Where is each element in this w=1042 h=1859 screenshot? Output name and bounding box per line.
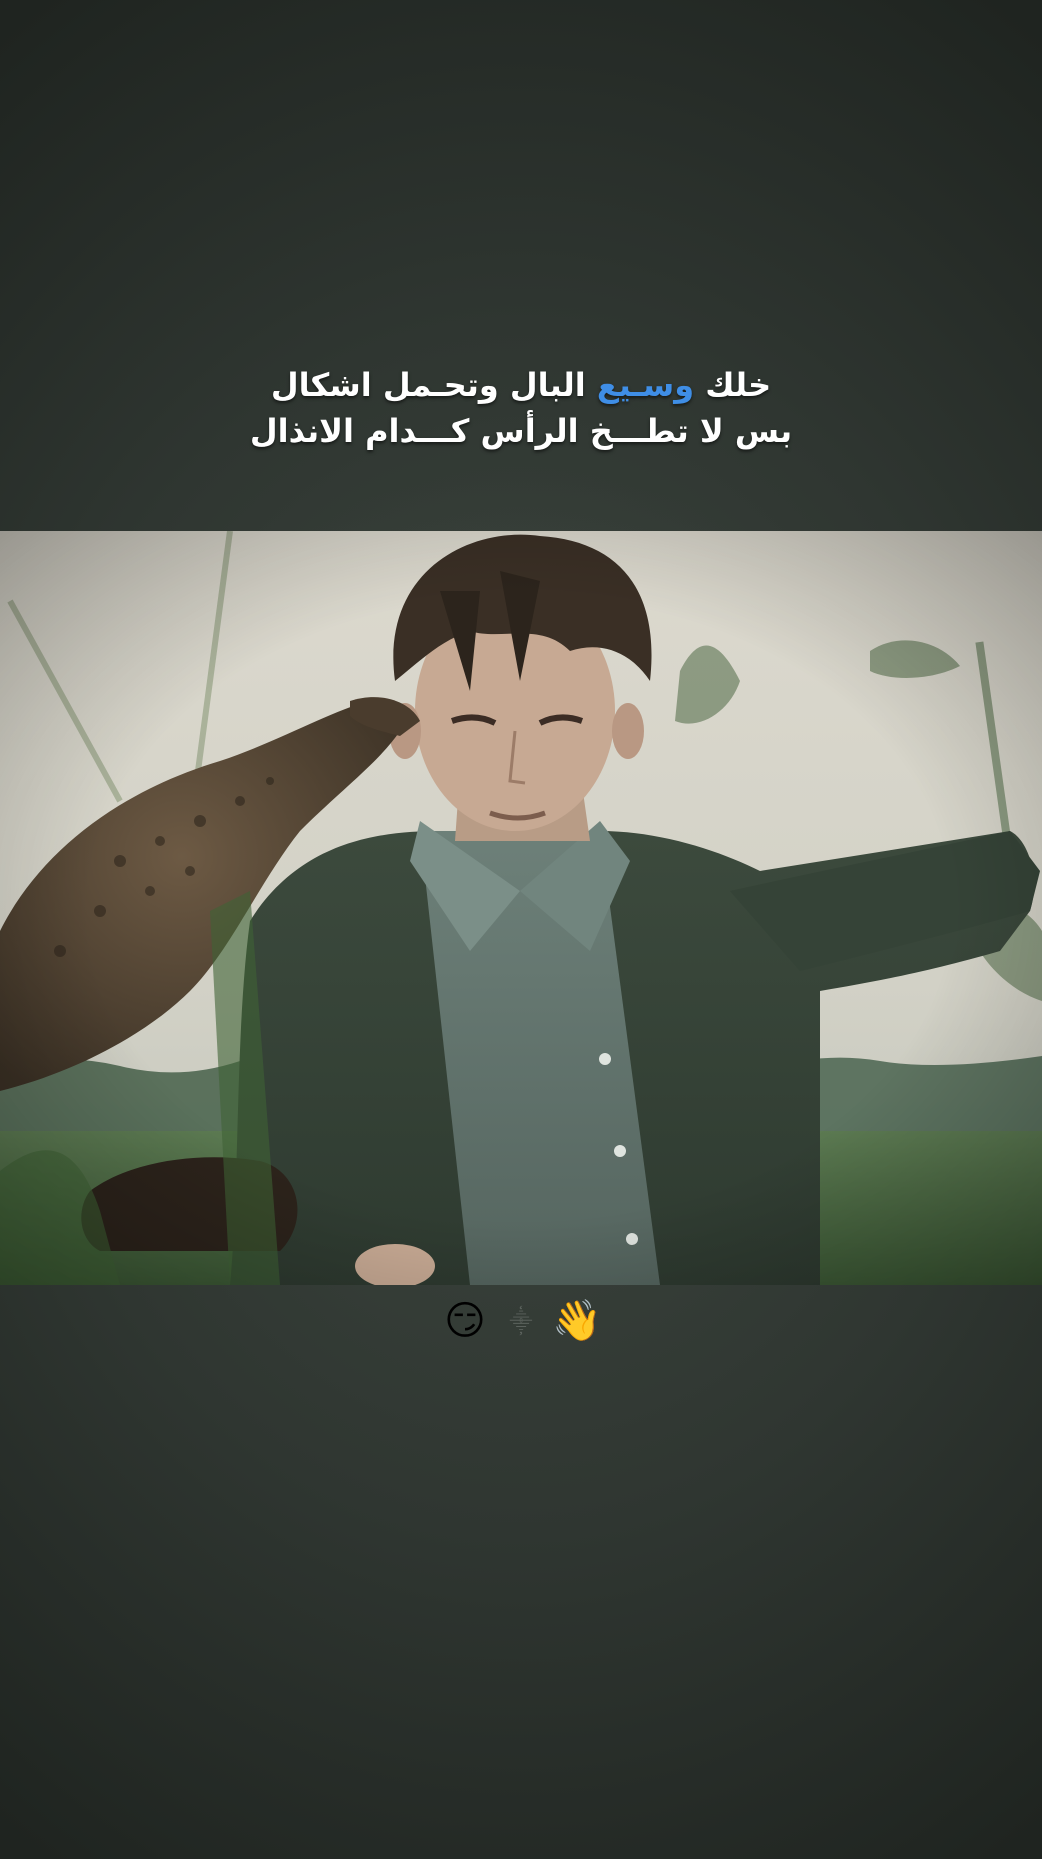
film-still-image <box>0 531 1042 1285</box>
caption-highlight-word: وسـيع <box>596 366 695 404</box>
caption-line-2: بس لا تطـــخ الرأس كـــدام الانذال <box>249 412 793 450</box>
emoji-row: 😏 ⸎ 👋 <box>0 1293 1042 1349</box>
caption-line-1-start: خلك <box>694 366 772 404</box>
separator-icon: ⸎ <box>509 1310 533 1335</box>
film-still-photo <box>0 531 1042 1285</box>
caption-line-1: خلك وسـيع البال وتحـمل اشكال <box>0 362 1042 408</box>
smirk-emoji-icon: 😏 <box>444 1298 486 1344</box>
waving-hand-emoji-icon: 👋 <box>552 1298 602 1344</box>
caption: خلك وسـيع البال وتحـمل اشكال بس لا تطـــ… <box>0 362 1042 454</box>
caption-line-1-end: البال وتحـمل اشكال <box>270 366 597 404</box>
